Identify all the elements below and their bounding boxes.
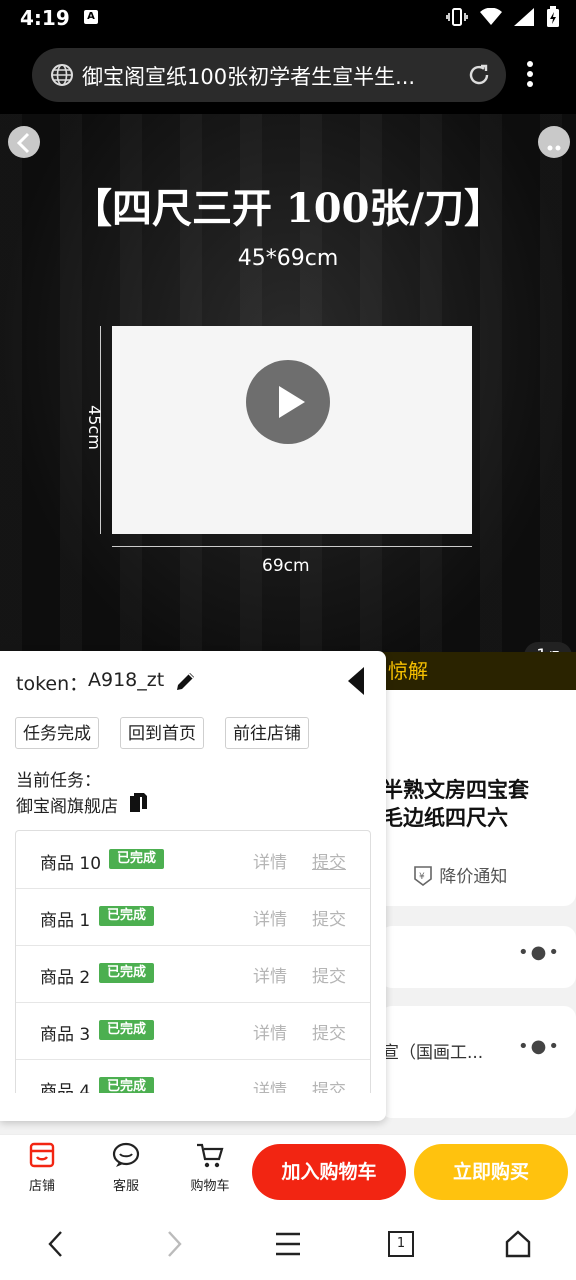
current-task-name: 御宝阁旗舰店 [16,797,118,817]
product-name: 商品 1 [40,911,91,931]
price-notice-button[interactable]: ¥ 降价通知 [412,862,507,887]
submit-link[interactable]: 提交 [312,1019,346,1044]
table-row: 商品 10 已完成 详情 提交 [16,831,370,889]
signal-icon [514,8,534,26]
cart-icon [197,1143,224,1168]
media-more-button[interactable] [538,126,570,158]
detail-link[interactable]: 详情 [253,905,287,930]
reload-icon[interactable] [466,62,492,88]
url-text[interactable]: 御宝阁宣纸100张初学者生宣半生... [82,61,442,91]
shipping-card[interactable]: •●• [380,926,576,988]
media-headline: 【四尺三开 100张/刀】 [71,185,505,232]
price-tag-icon: ¥ [414,866,432,886]
product-name: 商品 2 [40,968,91,988]
product-media[interactable]: 【四尺三开 100张/刀】 45*69cm 45cm 69cm 1/7 [0,114,576,690]
spec-more-icon: •●• [518,1036,561,1057]
buy-now-button[interactable]: 立即购买 [414,1144,568,1200]
battery-icon [547,6,559,27]
table-row: 商品 1 已完成 详情 提交 [16,888,370,946]
cart-label: 购物车 [190,1179,230,1194]
more-menu-icon[interactable] [526,60,534,88]
status-badge: 已完成 [109,849,165,869]
add-to-cart-button[interactable]: 加入购物车 [252,1144,406,1200]
collapse-panel-icon[interactable] [348,667,366,695]
browser-nav-bar: 1 [0,1208,576,1280]
detail-link[interactable]: 详情 [253,1019,287,1044]
product-name: 商品 3 [40,1025,91,1045]
product-title: 半熟文房四宝套 毛边纸四尺六 [382,778,529,830]
menu-icon[interactable] [274,1228,302,1260]
store-icon [29,1142,55,1168]
back-icon[interactable] [44,1228,68,1260]
submit-link[interactable]: 提交 [312,905,346,930]
go-store-button[interactable]: 前往店铺 [225,717,309,749]
status-badge: 已完成 [99,963,155,983]
submit-link[interactable]: 提交 [312,1076,346,1093]
status-icons [446,6,560,28]
table-row: 商品 2 已完成 详情 提交 [16,945,370,1003]
svg-text:¥: ¥ [419,872,425,882]
go-home-button[interactable]: 回到首页 [120,717,204,749]
spec-text: 宣（国画工... [382,1043,484,1063]
status-badge: 已完成 [99,1020,155,1040]
edit-icon[interactable] [174,669,198,693]
status-badge: 已完成 [99,1077,155,1093]
tabs-button[interactable]: 1 [388,1231,414,1257]
status-time: 4:19 [20,6,70,30]
card-more-icon: •●• [518,942,561,963]
task-table: 商品 10 已完成 详情 提交 商品 1 已完成 详情 提交 商品 2 已完成 … [15,830,371,1093]
notification-icon: A [84,10,98,24]
width-guide [112,546,472,547]
table-row: 商品 4 已完成 详情 提交 [16,1059,370,1093]
height-dimension: 45cm [84,405,104,450]
dots-icon [547,145,561,151]
store-button[interactable]: 店铺 [12,1141,72,1194]
product-title-card: 半熟文房四宝套 毛边纸四尺六 ¥ 降价通知 [380,690,576,906]
status-bar: 4:19 A [0,0,576,36]
globe-icon [51,64,73,86]
back-button[interactable] [8,126,40,158]
address-bar[interactable]: 御宝阁宣纸100张初学者生宣半生... [32,48,506,102]
status-badge: 已完成 [99,906,155,926]
task-panel: token： A918_zt 任务完成 回到首页 前往店铺 当前任务： 御宝阁旗… [0,651,386,1121]
chat-icon [112,1142,140,1167]
vibrate-icon [446,8,468,26]
product-name: 商品 10 [40,854,102,874]
detail-link[interactable]: 详情 [253,962,287,987]
forward-icon[interactable] [162,1228,186,1260]
store-label: 店铺 [28,1179,55,1194]
submit-link[interactable]: 提交 [312,962,346,987]
spec-card[interactable]: 宣（国画工... •●• [380,1006,576,1118]
current-task-label: 当前任务： [16,771,101,791]
wifi-icon [480,8,502,25]
action-bar: 店铺 客服 购物车 加入购物车 立即购买 [0,1134,576,1209]
token-label: token： [16,673,89,695]
service-label: 客服 [112,1179,139,1194]
task-done-button[interactable]: 任务完成 [15,717,99,749]
copy-icon[interactable] [128,792,148,814]
detail-link[interactable]: 详情 [253,848,287,873]
submit-link[interactable]: 提交 [312,848,346,873]
media-size-text: 45*69cm [237,246,339,271]
home-icon[interactable] [504,1228,532,1260]
width-dimension: 69cm [262,556,310,576]
play-button[interactable] [246,360,330,444]
play-icon [279,386,305,418]
promo-banner[interactable]: 惊解 [380,652,576,690]
price-notice-label: 降价通知 [439,867,508,887]
service-button[interactable]: 客服 [96,1141,156,1194]
browser-toolbar: 御宝阁宣纸100张初学者生宣半生... [0,36,576,114]
product-name: 商品 4 [40,1082,91,1093]
table-row: 商品 3 已完成 详情 提交 [16,1002,370,1060]
detail-link[interactable]: 详情 [253,1076,287,1093]
chevron-left-icon [16,132,30,154]
cart-button[interactable]: 购物车 [180,1141,240,1194]
token-value: A918_zt [88,669,165,691]
